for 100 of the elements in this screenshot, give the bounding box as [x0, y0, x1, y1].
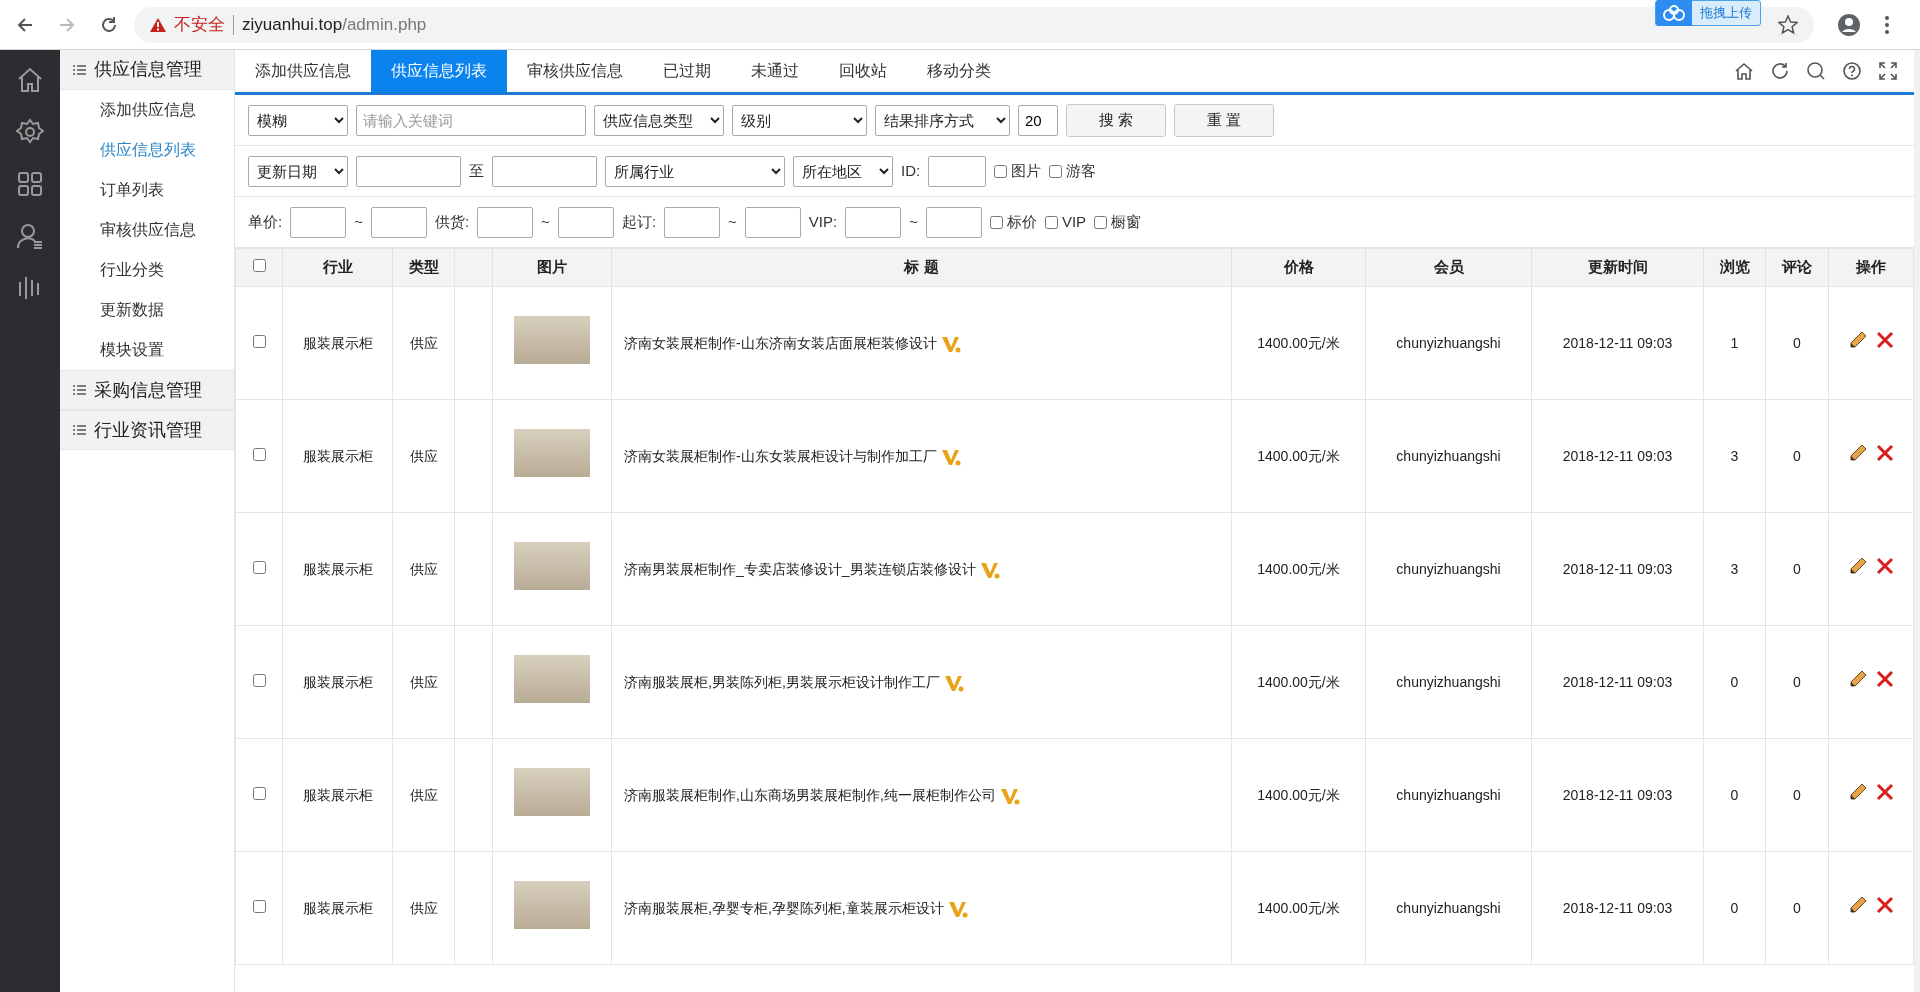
- input-field[interactable]: [928, 155, 987, 187]
- checkbox-label: 标价: [1006, 211, 1037, 232]
- checkbox[interactable]: [252, 259, 266, 273]
- tab[interactable]: 供应信息列表: [371, 50, 507, 92]
- table-cell: 0: [1703, 625, 1766, 739]
- dropdown-field[interactable]: 模糊: [248, 104, 348, 136]
- delete-icon[interactable]: [1876, 896, 1894, 914]
- tab[interactable]: 添加供应信息: [235, 50, 371, 92]
- checkbox[interactable]: [252, 334, 266, 348]
- checkbox[interactable]: [989, 215, 1003, 229]
- sidebar-item[interactable]: 行业分类: [60, 250, 234, 290]
- table-cell: 服装展示柜: [282, 738, 393, 852]
- dropdown-field[interactable]: 所在地区: [793, 155, 893, 187]
- input-field[interactable]: [845, 206, 902, 238]
- checkbox[interactable]: [1044, 215, 1058, 229]
- title-link[interactable]: 济南男装展柜制作_专卖店装修设计_男装连锁店装修设计: [624, 560, 976, 577]
- title-link[interactable]: 济南女装展柜制作-山东济南女装店面展柜装修设计: [624, 334, 937, 351]
- input-field[interactable]: [290, 206, 347, 238]
- sidebar-group[interactable]: 行业资讯管理: [60, 410, 234, 450]
- input-field[interactable]: [370, 206, 427, 238]
- delete-icon[interactable]: [1876, 670, 1894, 688]
- input-field[interactable]: [925, 206, 982, 238]
- input-field[interactable]: [477, 206, 534, 238]
- input-field[interactable]: [744, 206, 801, 238]
- menu-icon[interactable]: [1884, 14, 1890, 35]
- filter-label: ~: [728, 211, 737, 232]
- sidebar-group[interactable]: 采购信息管理: [60, 370, 234, 410]
- search-icon[interactable]: [1806, 61, 1826, 81]
- sidebar-item[interactable]: 供应信息列表: [60, 130, 234, 170]
- table-cell: 供应: [392, 399, 455, 513]
- checkbox[interactable]: [252, 560, 266, 574]
- star-icon[interactable]: [1778, 14, 1798, 35]
- help-icon[interactable]: [1842, 61, 1862, 81]
- checkbox[interactable]: [252, 786, 266, 800]
- pencil-icon[interactable]: [1848, 556, 1868, 576]
- grid-icon[interactable]: [16, 170, 44, 198]
- column-header: 图片: [492, 248, 612, 287]
- filter-label: ~: [354, 211, 363, 232]
- title-link[interactable]: 济南服装展柜,男装陈列柜,男装展示柜设计制作工厂: [624, 673, 940, 690]
- user-list-icon[interactable]: [16, 222, 44, 250]
- title-link[interactable]: 济南女装展柜制作-山东女装展柜设计与制作加工厂: [624, 447, 937, 464]
- checkbox[interactable]: [252, 899, 266, 913]
- pencil-icon[interactable]: [1848, 895, 1868, 915]
- input-field[interactable]: [356, 155, 461, 187]
- sidebar-item[interactable]: 订单列表: [60, 170, 234, 210]
- title-link[interactable]: 济南服装展柜,孕婴专柜,孕婴陈列柜,童装展示柜设计: [624, 899, 944, 916]
- input-field[interactable]: [557, 206, 614, 238]
- pencil-icon[interactable]: [1848, 669, 1868, 689]
- gear-icon[interactable]: [16, 118, 44, 146]
- table-cell: 0: [1765, 286, 1829, 400]
- fullscreen-icon[interactable]: [1878, 61, 1898, 81]
- delete-icon[interactable]: [1876, 783, 1894, 801]
- table-cell: 2018-12-11 09:03: [1531, 512, 1704, 626]
- checkbox[interactable]: [1094, 215, 1108, 229]
- sidebar-item[interactable]: 更新数据: [60, 290, 234, 330]
- input-field[interactable]: 20: [1018, 104, 1058, 136]
- checkbox[interactable]: [252, 447, 266, 461]
- input-field[interactable]: [664, 206, 721, 238]
- sidebar-item[interactable]: 添加供应信息: [60, 90, 234, 130]
- input-field[interactable]: 请输入关键词: [356, 104, 586, 136]
- upload-extension-badge[interactable]: 拖拽上传: [1655, 0, 1761, 26]
- dropdown-field[interactable]: 结果排序方式: [875, 104, 1010, 136]
- input-field[interactable]: [492, 155, 597, 187]
- dropdown-field[interactable]: 级别: [732, 104, 867, 136]
- profile-icon[interactable]: [1838, 13, 1860, 36]
- tab[interactable]: 审核供应信息: [507, 50, 643, 92]
- dropdown-field[interactable]: 供应信息类型: [594, 104, 724, 136]
- tab[interactable]: 移动分类: [907, 50, 1011, 92]
- filter-button[interactable]: 搜 索: [1066, 103, 1166, 137]
- tab[interactable]: 未通过: [731, 50, 819, 92]
- back-icon[interactable]: [16, 15, 34, 34]
- title-link[interactable]: 济南服装展柜制作,山东商场男装展柜制作,纯一展柜制作公司: [624, 786, 996, 803]
- sidebar-item[interactable]: 审核供应信息: [60, 210, 234, 250]
- dropdown-field[interactable]: 更新日期: [248, 155, 348, 187]
- home-icon[interactable]: [1734, 61, 1754, 81]
- home-icon[interactable]: [16, 66, 44, 94]
- tab[interactable]: 已过期: [643, 50, 731, 92]
- filter-button[interactable]: 重 置: [1174, 103, 1274, 137]
- table-cell: chunyizhuangshi: [1365, 286, 1532, 400]
- checkbox[interactable]: [994, 164, 1008, 178]
- table-cell: 服装展示柜: [282, 625, 393, 739]
- sidebar-item[interactable]: 模块设置: [60, 330, 234, 370]
- table-cell: chunyizhuangshi: [1365, 851, 1532, 965]
- refresh-icon[interactable]: [1770, 61, 1790, 81]
- delete-icon[interactable]: [1876, 557, 1894, 575]
- dropdown-field[interactable]: 所属行业: [605, 155, 785, 187]
- filter-label: VIP:: [808, 211, 838, 232]
- delete-icon[interactable]: [1876, 331, 1894, 349]
- checkbox[interactable]: [252, 673, 266, 687]
- scrollbar[interactable]: [1914, 50, 1920, 992]
- tab[interactable]: 回收站: [819, 50, 907, 92]
- pencil-icon[interactable]: [1848, 443, 1868, 463]
- pencil-icon[interactable]: [1848, 330, 1868, 350]
- sidebar-group[interactable]: 供应信息管理: [60, 50, 234, 90]
- delete-icon[interactable]: [1876, 444, 1894, 462]
- checkbox[interactable]: [1049, 164, 1063, 178]
- url-text: ziyuanhui.top/admin.php: [242, 13, 427, 36]
- reload-icon[interactable]: [100, 15, 118, 34]
- table-cell: 0: [1765, 399, 1829, 513]
- pencil-icon[interactable]: [1848, 782, 1868, 802]
